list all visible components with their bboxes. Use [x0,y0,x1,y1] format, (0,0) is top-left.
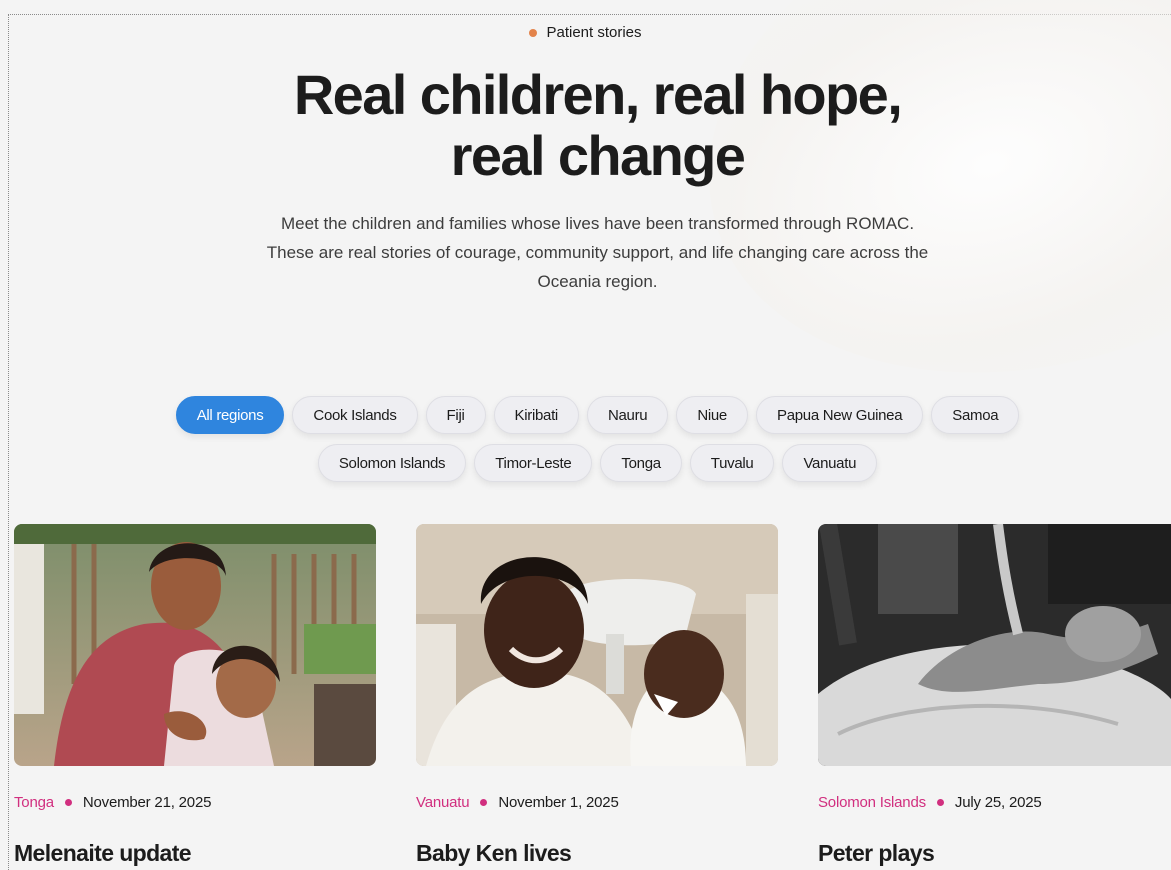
filter-timor-leste[interactable]: Timor-Leste [474,444,593,482]
filter-label: Niue [697,406,727,424]
filter-label: Cook Islands [313,406,397,424]
story-region-tag[interactable]: Tonga [14,794,54,811]
story-photo[interactable] [818,524,1171,766]
story-photo[interactable] [14,524,376,766]
page-title: Real children, real hope, real change [200,64,995,186]
filter-label: All regions [196,406,264,424]
story-meta: Solomon Islands July 25, 2025 [818,794,1042,811]
eyebrow-label: Patient stories [546,24,642,41]
frame-left-border [8,14,9,870]
story-title[interactable]: Melenaite update [14,840,192,867]
eyebrow: Patient stories [0,24,1171,41]
filter-papua-new-guinea[interactable]: Papua New Guinea [755,396,924,434]
eyebrow-dot [529,28,538,37]
story-title[interactable]: Peter plays [818,840,935,867]
filter-label: Solomon Islands [338,454,446,472]
filter-label: Papua New Guinea [776,406,903,424]
filter-samoa[interactable]: Samoa [931,396,1020,434]
filter-solomon-islands[interactable]: Solomon Islands [317,444,467,482]
story-region-tag[interactable]: Solomon Islands [818,794,926,811]
filter-cook-islands[interactable]: Cook Islands [292,396,418,434]
region-filter-bar: All regions Cook Islands Fiji Kiribati N… [130,396,1065,482]
story-card-baby-ken[interactable]: Vanuatu November 1, 2025 Baby Ken lives [416,524,778,866]
filter-niue[interactable]: Niue [676,396,748,434]
story-photo[interactable] [416,524,778,766]
filter-label: Vanuatu [803,454,857,472]
story-date: November 1, 2025 [498,794,619,811]
story-date: November 21, 2025 [82,794,212,811]
filter-label: Nauru [607,406,648,424]
filter-label: Fiji [446,406,465,424]
story-photo-image [818,524,1171,766]
meta-separator-dot [480,799,488,806]
story-date: July 25, 2025 [954,794,1042,811]
filter-vanuatu[interactable]: Vanuatu [782,444,878,482]
page-subtitle: Meet the children and families whose liv… [266,214,929,291]
filter-nauru[interactable]: Nauru [586,396,669,434]
filter-tonga[interactable]: Tonga [600,444,682,482]
filter-label: Tonga [621,454,661,472]
meta-separator-dot [64,799,72,806]
story-region-tag[interactable]: Vanuatu [416,794,470,811]
filter-label: Tuvalu [710,454,754,472]
page-title-line-1: Real children, real hope, [293,63,903,126]
filter-kiribati[interactable]: Kiribati [493,396,579,434]
story-meta: Tonga November 21, 2025 [14,794,211,811]
story-card-peter[interactable]: Solomon Islands July 25, 2025 Peter play… [818,524,1171,866]
filter-all-regions[interactable]: All regions [175,396,285,434]
page-title-line-2: real change [450,124,746,187]
filter-tuvalu[interactable]: Tuvalu [689,444,775,482]
filter-fiji[interactable]: Fiji [425,396,486,434]
meta-separator-dot [936,799,944,806]
filter-label: Kiribati [514,406,559,424]
story-title[interactable]: Baby Ken lives [416,840,572,867]
story-meta: Vanuatu November 1, 2025 [416,794,619,811]
filter-label: Samoa [952,406,999,424]
frame-top-border [8,14,1171,15]
story-photo-image [416,524,778,766]
filter-label: Timor-Leste [495,454,572,472]
story-card-melenaite[interactable]: Tonga November 21, 2025 Melenaite update [14,524,376,866]
story-photo-image [14,524,376,766]
